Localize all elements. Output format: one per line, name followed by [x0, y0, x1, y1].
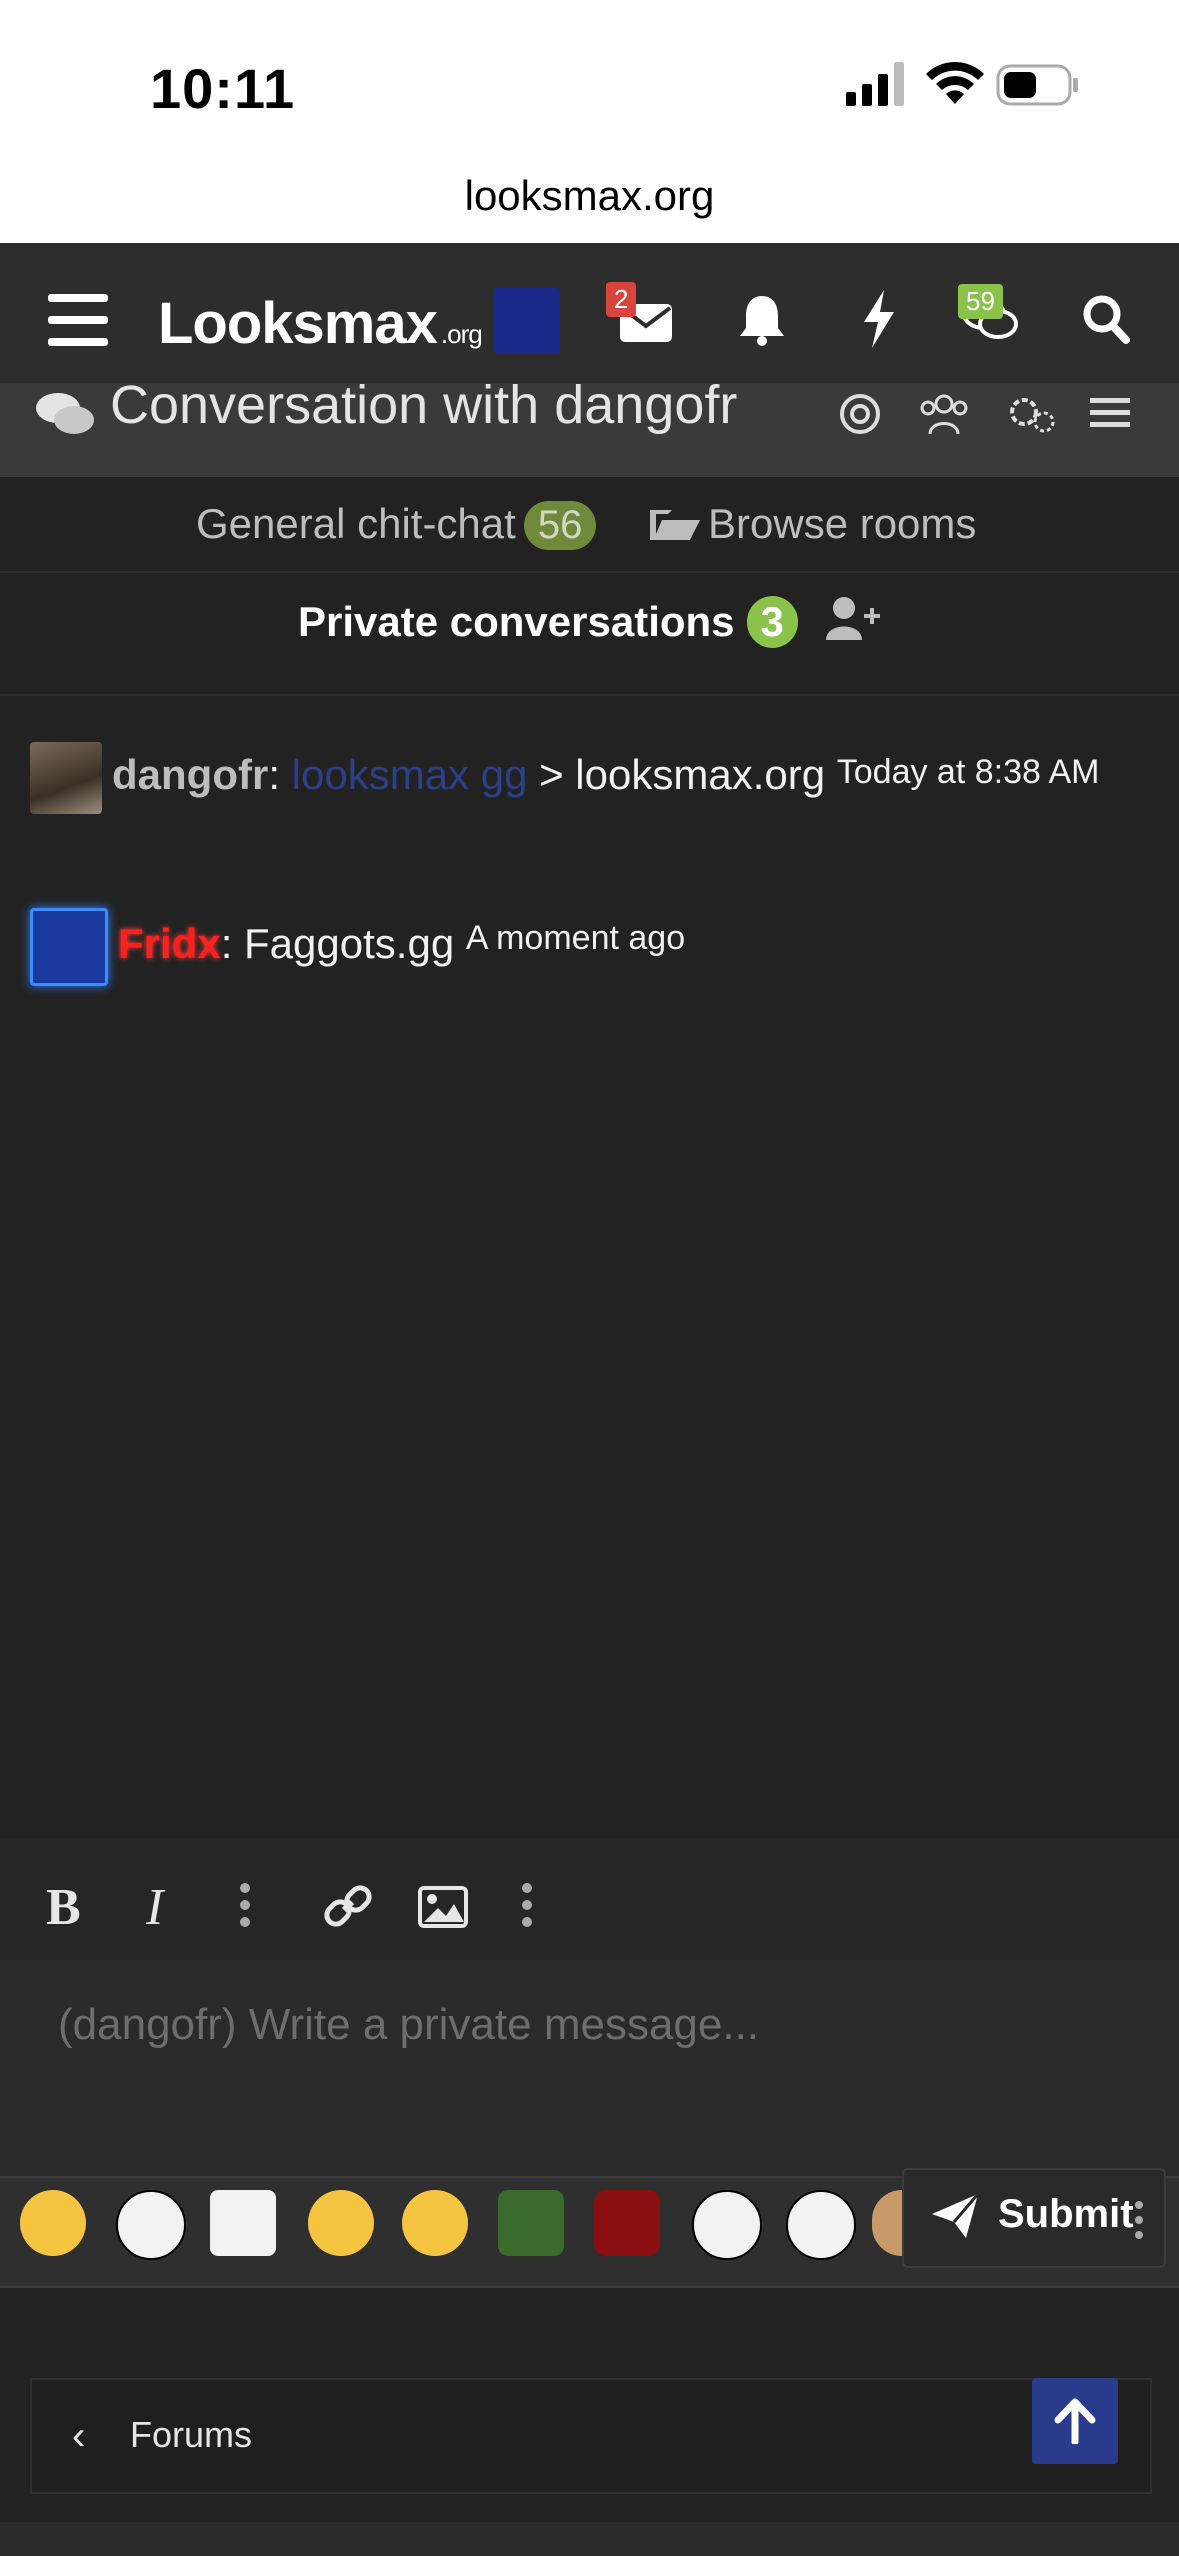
message-item: dangofr: looksmax gg > looksmax.org Toda… [30, 742, 1150, 814]
message-editor[interactable] [0, 1960, 1179, 2178]
browse-rooms-link[interactable]: Browse rooms [650, 500, 976, 548]
browse-rooms-label: Browse rooms [708, 500, 977, 547]
status-time: 10:11 [150, 57, 296, 120]
more-vertical-icon[interactable] [1134, 2200, 1144, 2240]
list-menu-icon[interactable] [1090, 392, 1130, 432]
bell-icon[interactable] [738, 294, 786, 346]
add-user-icon[interactable] [826, 594, 880, 642]
folder-open-icon [650, 510, 700, 540]
message-username[interactable]: Fridx [118, 920, 221, 967]
private-conversations-count: 3 [746, 596, 798, 648]
message-username[interactable]: dangofr [112, 751, 268, 798]
message-link[interactable]: looksmax gg [292, 751, 528, 798]
message-separator: : [220, 920, 233, 968]
message-placeholder[interactable]: (dangofr) Write a private message... [58, 2000, 759, 2050]
private-conversations-link[interactable]: Private conversations 3 [298, 596, 798, 648]
conversation-title: Conversation with dangofr [110, 375, 738, 435]
wifi-icon [926, 61, 984, 104]
message-text: > looksmax.org [539, 751, 826, 799]
message-timestamp: A moment ago [465, 919, 686, 957]
soyjak-smiley-icon[interactable] [692, 2190, 762, 2260]
message-item: Fridx: Faggots.gg A moment ago [30, 908, 1150, 986]
pepe-smiley-icon[interactable] [498, 2190, 564, 2256]
scroll-to-top-button[interactable] [1032, 2378, 1118, 2464]
message-timestamp: Today at 8:38 AM [836, 753, 1100, 791]
users-icon[interactable] [916, 392, 972, 436]
red-smiley-icon[interactable] [594, 2190, 660, 2256]
chat-badge: 59 [958, 284, 1003, 319]
more-vertical-icon[interactable] [520, 1882, 534, 1928]
search-icon[interactable] [1082, 294, 1130, 346]
menu-icon[interactable] [48, 294, 108, 346]
cellular-signal-icon [846, 62, 904, 106]
bold-icon[interactable]: B [46, 1878, 81, 1937]
divider [0, 694, 1179, 696]
logo-text: Looksmax [158, 291, 438, 356]
forums-label[interactable]: Forums [130, 2414, 252, 2456]
wojak-smiley-icon[interactable] [116, 2190, 186, 2260]
battery-icon [996, 64, 1078, 106]
conversation-icon [36, 393, 94, 434]
private-conversations-label: Private conversations [298, 598, 735, 645]
doomer-smiley-icon[interactable] [786, 2190, 856, 2260]
italic-icon[interactable]: I [146, 1878, 163, 1937]
room-general-label: General chit-chat [196, 500, 516, 547]
arrow-up-icon [1054, 2398, 1096, 2444]
message-separator: : [268, 751, 280, 799]
image-icon[interactable] [418, 1886, 468, 1928]
heart-eyes-smiley-icon[interactable] [402, 2190, 468, 2256]
editor-toolbar [0, 1838, 1179, 1960]
account-avatar[interactable] [494, 288, 560, 354]
troll-smiley-icon[interactable] [210, 2190, 276, 2256]
avatar[interactable] [30, 908, 108, 986]
crying-smiley-icon[interactable] [308, 2190, 374, 2256]
site-logo[interactable]: Looksmax .org [158, 290, 483, 357]
submit-label: Submit [998, 2192, 1134, 2236]
room-general-chit-chat[interactable]: General chit-chat 56 [196, 500, 597, 550]
message-text: Faggots.gg [244, 920, 455, 968]
link-icon[interactable] [322, 1880, 374, 1932]
avatar[interactable] [30, 742, 102, 814]
bottom-bar [0, 2522, 1179, 2556]
mail-badge: 2 [606, 282, 637, 317]
more-vertical-icon[interactable] [238, 1882, 252, 1928]
room-general-count: 56 [523, 501, 597, 550]
chevron-left-icon: ‹ [72, 2414, 86, 2458]
lifebuoy-icon[interactable] [838, 392, 882, 436]
cool-smiley-icon[interactable] [20, 2190, 86, 2256]
settings-icon[interactable] [1004, 392, 1058, 436]
address-bar-url[interactable]: looksmax.org [0, 172, 1179, 220]
lightning-icon[interactable] [862, 290, 896, 348]
logo-suffix: .org [440, 319, 483, 349]
send-icon [932, 2193, 980, 2238]
